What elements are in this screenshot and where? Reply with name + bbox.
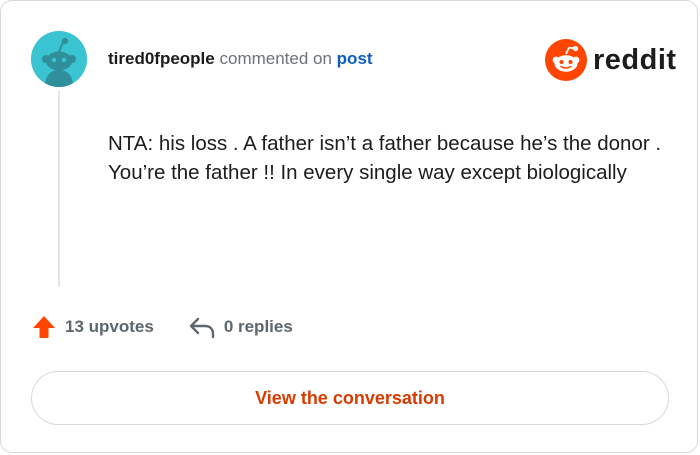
comment-header: tired0fpeople commented on post (108, 48, 373, 70)
view-conversation-button[interactable]: View the conversation (31, 371, 669, 425)
reddit-logo[interactable]: reddit (545, 39, 677, 81)
reddit-wordmark: reddit (593, 44, 677, 76)
replies-count: 0 replies (223, 317, 293, 336)
comment-embed-card: tired0fpeople commented on post reddit N… (0, 0, 698, 453)
username-link[interactable]: tired0fpeople (108, 49, 215, 68)
upvote-button[interactable]: 13 upvotes (31, 313, 154, 341)
reply-arrow-icon (189, 317, 215, 339)
upvotes-count: 13 upvotes (65, 317, 154, 336)
avatar[interactable] (31, 31, 87, 87)
reddit-logo-icon (545, 39, 587, 81)
comment-actions: 13 upvotes 0 replies (31, 313, 293, 341)
thread-line (58, 91, 60, 287)
comment-body: NTA: his loss . A father isn’t a father … (108, 132, 662, 184)
commented-on-text: commented on (219, 49, 332, 68)
replies-button[interactable]: 0 replies (188, 313, 293, 341)
snoo-avatar-icon (31, 31, 87, 87)
upvote-arrow-icon (33, 316, 55, 338)
post-link[interactable]: post (337, 49, 373, 68)
